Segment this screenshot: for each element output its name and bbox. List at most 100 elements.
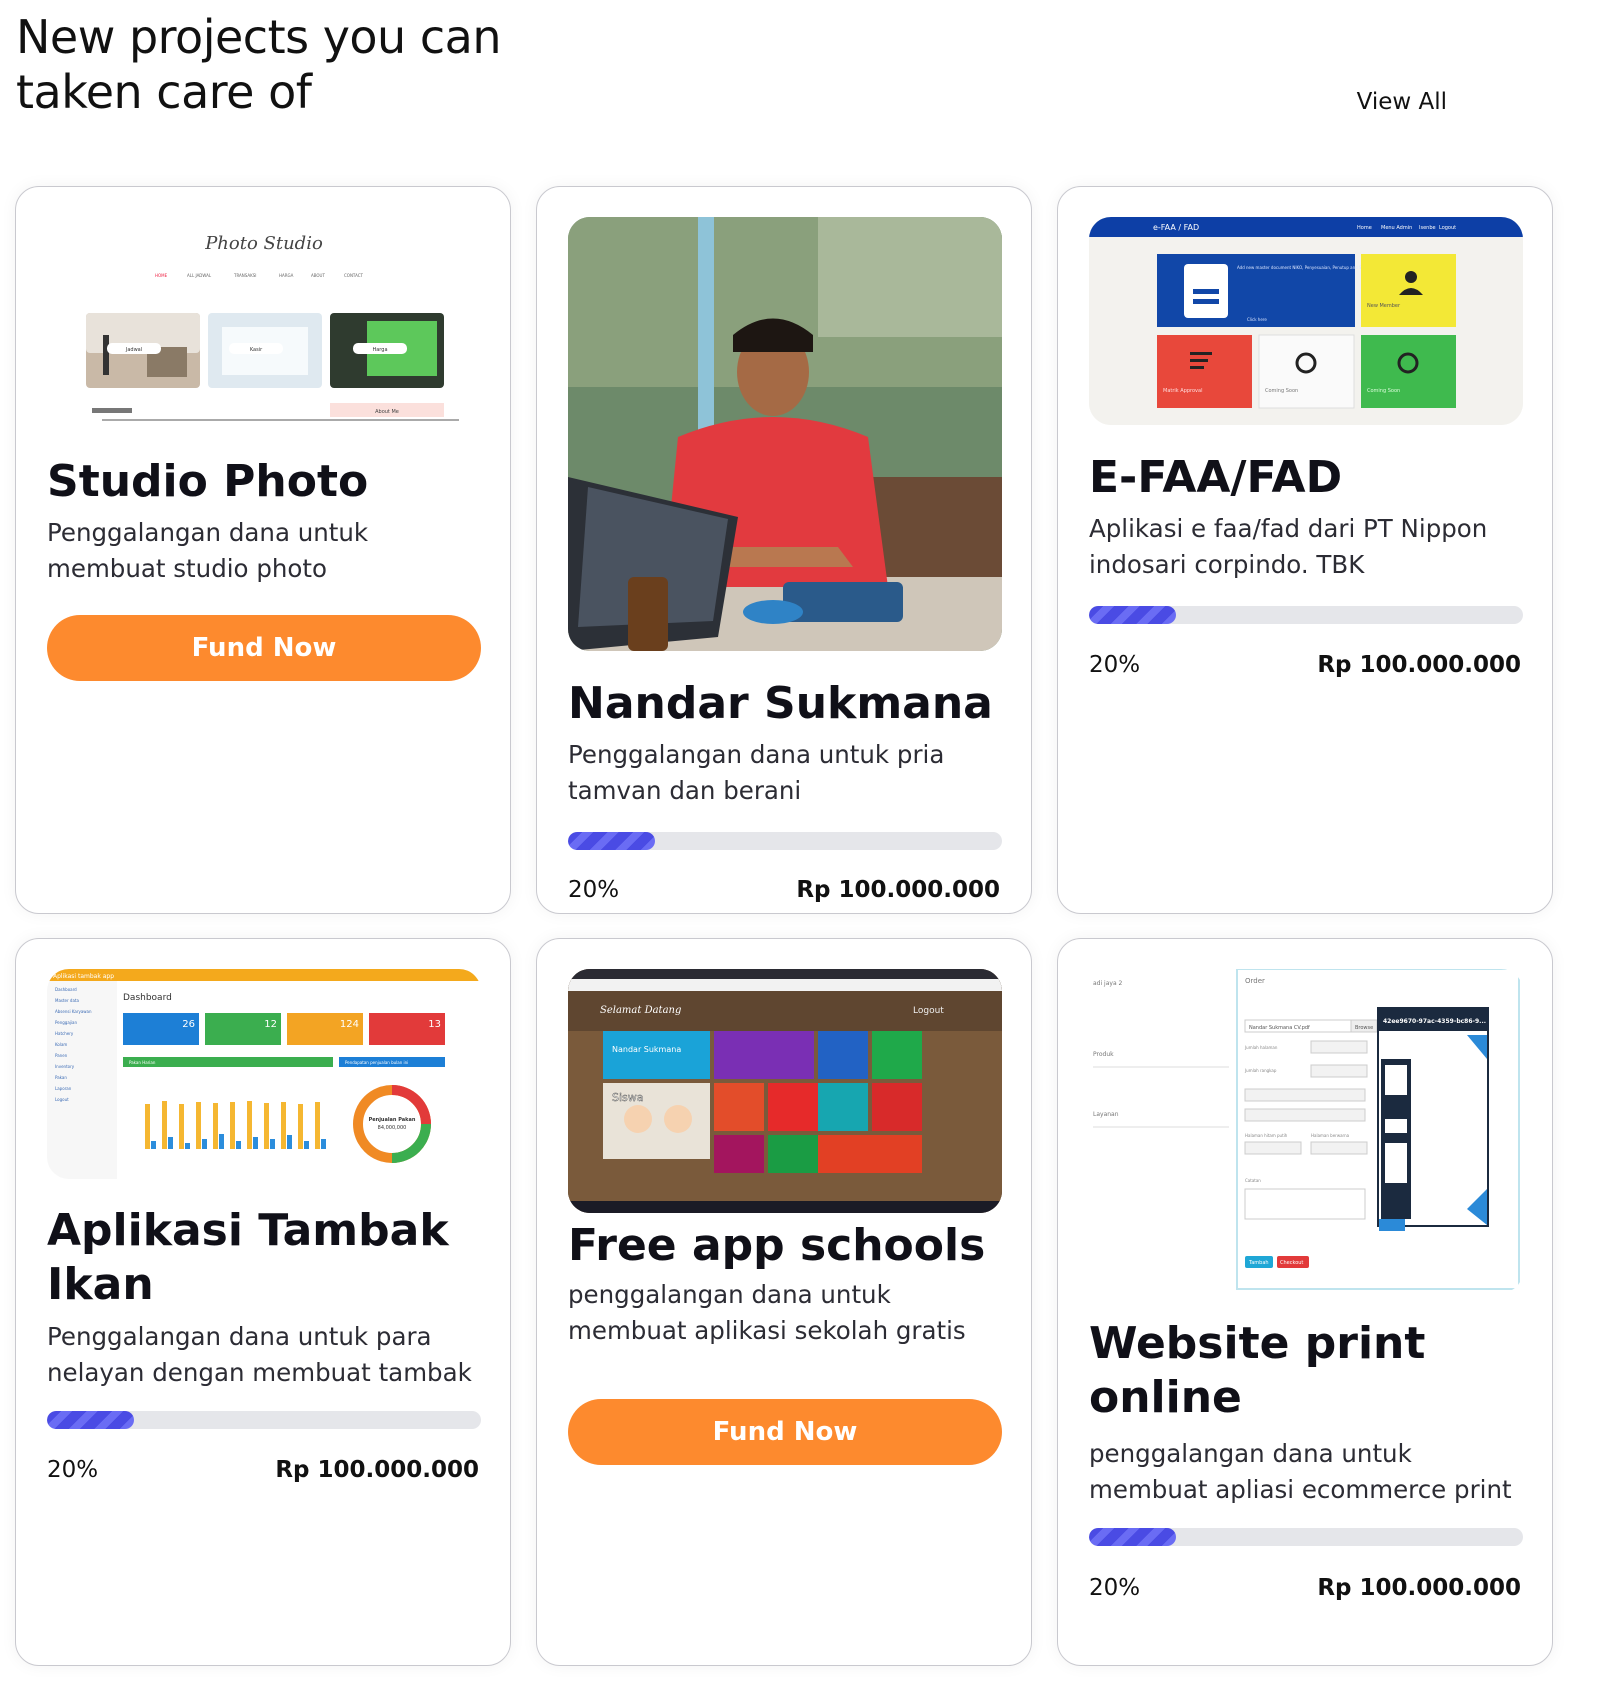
project-card-studio-photo[interactable]: Photo Studio HOME ALL JADWAL TRANSAKSI H… [15, 186, 511, 914]
svg-text:Penjualan Pakan: Penjualan Pakan [369, 1117, 416, 1123]
svg-text:Dashboard: Dashboard [123, 993, 172, 1003]
funding-amount: Rp 100.000.000 [1317, 652, 1521, 678]
studio-photo-screenshot: Photo Studio HOME ALL JADWAL TRANSAKSI H… [47, 217, 481, 422]
studio-photo-mockup: Photo Studio HOME ALL JADWAL TRANSAKSI H… [86, 233, 459, 421]
svg-text:Aplikasi tambak app: Aplikasi tambak app [53, 973, 114, 980]
funding-progress-bar [47, 1411, 481, 1429]
project-description: Aplikasi e faa/fad dari PT Nippon indosa… [1089, 514, 1488, 579]
svg-text:New Member: New Member [1367, 303, 1401, 309]
svg-text:TRANSAKSI: TRANSAKSI [233, 273, 256, 278]
project-title: Studio Photo [47, 456, 369, 507]
svg-text:Layanan: Layanan [1093, 1111, 1119, 1118]
svg-text:Logout: Logout [913, 1006, 944, 1016]
funding-progress-fill [47, 1411, 134, 1429]
print-order-mockup: adi jaya 2 Produk Layanan Order Nandar S… [1089, 969, 1523, 1293]
svg-text:Nandar Sukmana CV.pdf: Nandar Sukmana CV.pdf [1249, 1025, 1310, 1031]
svg-text:12: 12 [264, 1019, 277, 1030]
svg-text:Dashboard: Dashboard [55, 987, 77, 992]
svg-text:Master data: Master data [55, 998, 79, 1003]
person-at-laptop-image [568, 217, 1002, 651]
svg-text:ALL JADWAL: ALL JADWAL [187, 273, 212, 278]
funding-progress-fill [1089, 1528, 1176, 1546]
project-card-website-print-online[interactable]: adi jaya 2 Produk Layanan Order Nandar S… [1057, 938, 1553, 1666]
funding-amount: Rp 100.000.000 [796, 877, 1000, 903]
svg-text:CONTACT: CONTACT [344, 273, 364, 278]
svg-text:Pakan: Pakan [55, 1075, 67, 1080]
svg-text:Kasir: Kasir [250, 347, 263, 353]
funding-percent: 20% [47, 1457, 99, 1483]
svg-text:124: 124 [340, 1019, 359, 1030]
svg-text:Jumlah rangkap: Jumlah rangkap [1244, 1068, 1277, 1073]
funding-progress-fill [568, 832, 655, 850]
project-description: Penggalangan dana untuk pria tamvan dan … [568, 740, 945, 805]
project-card-nandar-sukmana[interactable]: Nandar Sukmana Penggalangan dana untuk p… [536, 186, 1032, 914]
svg-text:Penggajian: Penggajian [55, 1020, 77, 1025]
svg-text:Absensi Karyawan: Absensi Karyawan [55, 1009, 92, 1014]
fund-now-button[interactable]: Fund Now [568, 1399, 1002, 1465]
efaa-screenshot: e-FAA / FAD Home Menu Admin Isenbe Logou… [1089, 217, 1523, 425]
svg-text:Pendapatan penjualan bulan ini: Pendapatan penjualan bulan ini [345, 1060, 408, 1065]
svg-text:Siswa: Siswa [612, 1091, 644, 1104]
project-description: Penggalangan dana untuk para nelayan den… [47, 1322, 472, 1387]
project-card-free-app-schools[interactable]: Selamat Datang Logout Nandar Sukmana Sis… [536, 938, 1032, 1666]
svg-text:26: 26 [182, 1019, 195, 1030]
svg-text:Menu Admin: Menu Admin [1381, 225, 1412, 231]
nandar-photo [568, 217, 1002, 651]
project-title: Nandar Sukmana [568, 678, 993, 729]
page-title: New projects you can taken care of [16, 10, 501, 119]
svg-text:Inventory: Inventory [55, 1064, 75, 1069]
svg-text:About Me: About Me [375, 409, 399, 415]
svg-text:Logout: Logout [1439, 225, 1456, 231]
svg-text:13: 13 [428, 1019, 441, 1030]
svg-text:ABOUT: ABOUT [311, 273, 325, 278]
svg-text:Hatchery: Hatchery [55, 1031, 74, 1036]
svg-text:Order: Order [1245, 977, 1265, 985]
svg-text:42ee9670-97ac-4359-bc86-9...: 42ee9670-97ac-4359-bc86-9... [1383, 1018, 1486, 1025]
project-title: E-FAA/FAD [1089, 452, 1343, 503]
funding-percent: 20% [1089, 652, 1141, 678]
svg-text:Catatan: Catatan [1245, 1178, 1261, 1183]
project-title: Free app schools [568, 1220, 986, 1271]
view-all-link[interactable]: View All [1357, 89, 1447, 115]
funding-amount: Rp 100.000.000 [275, 1457, 479, 1483]
svg-text:Jumlah halaman: Jumlah halaman [1244, 1045, 1278, 1050]
project-title: Aplikasi Tambak Ikan [47, 1205, 449, 1310]
svg-text:Jadwal: Jadwal [125, 347, 142, 353]
svg-text:Isenbe: Isenbe [1419, 225, 1436, 231]
project-description: penggalangan dana untuk membuat apliasi … [1089, 1439, 1512, 1504]
project-description: Penggalangan dana untuk membuat studio p… [47, 518, 369, 583]
tambak-dashboard-mockup: Aplikasi tambak app Dashboard Master dat… [47, 969, 481, 1179]
svg-text:Add new master document NIKO,: Add new master document NIKO, Penyesuaia… [1237, 265, 1369, 270]
school-app-screenshot: Selamat Datang Logout Nandar Sukmana Sis… [568, 969, 1002, 1213]
efaa-dashboard-mockup: e-FAA / FAD Home Menu Admin Isenbe Logou… [1089, 217, 1523, 425]
svg-text:Logout: Logout [55, 1097, 69, 1102]
svg-text:Laporan: Laporan [55, 1086, 72, 1091]
svg-text:HARGA: HARGA [279, 273, 294, 278]
svg-text:e-FAA / FAD: e-FAA / FAD [1153, 223, 1199, 232]
svg-text:HOME: HOME [155, 273, 168, 278]
svg-text:Pakan Harian: Pakan Harian [129, 1060, 156, 1065]
tambak-screenshot: Aplikasi tambak app Dashboard Master dat… [47, 969, 481, 1179]
funding-progress-bar [1089, 1528, 1523, 1546]
funding-percent: 20% [568, 877, 620, 903]
svg-text:Halaman berwarna: Halaman berwarna [1311, 1133, 1350, 1138]
svg-text:Home: Home [1357, 225, 1372, 231]
svg-text:Harga: Harga [372, 347, 387, 353]
svg-text:Click here: Click here [1247, 317, 1267, 322]
fund-now-button[interactable]: Fund Now [47, 615, 481, 681]
svg-text:84,000,000: 84,000,000 [378, 1125, 407, 1131]
svg-text:Selamat Datang: Selamat Datang [600, 1005, 681, 1016]
funding-progress-bar [568, 832, 1002, 850]
print-website-screenshot: adi jaya 2 Produk Layanan Order Nandar S… [1089, 969, 1523, 1293]
project-card-aplikasi-tambak-ikan[interactable]: Aplikasi tambak app Dashboard Master dat… [15, 938, 511, 1666]
svg-text:Tambah: Tambah [1248, 1260, 1269, 1266]
svg-text:Panen: Panen [55, 1053, 68, 1058]
svg-text:Halaman hitam putih: Halaman hitam putih [1245, 1133, 1288, 1138]
project-card-efaa-fad[interactable]: e-FAA / FAD Home Menu Admin Isenbe Logou… [1057, 186, 1553, 914]
school-app-mockup: Selamat Datang Logout Nandar Sukmana Sis… [568, 969, 1002, 1213]
funding-progress-fill [1089, 606, 1176, 624]
project-title: Website print online [1089, 1318, 1426, 1423]
funding-progress-bar [1089, 606, 1523, 624]
svg-text:Coming Soon: Coming Soon [1367, 388, 1400, 394]
svg-text:Browse: Browse [1355, 1025, 1373, 1031]
